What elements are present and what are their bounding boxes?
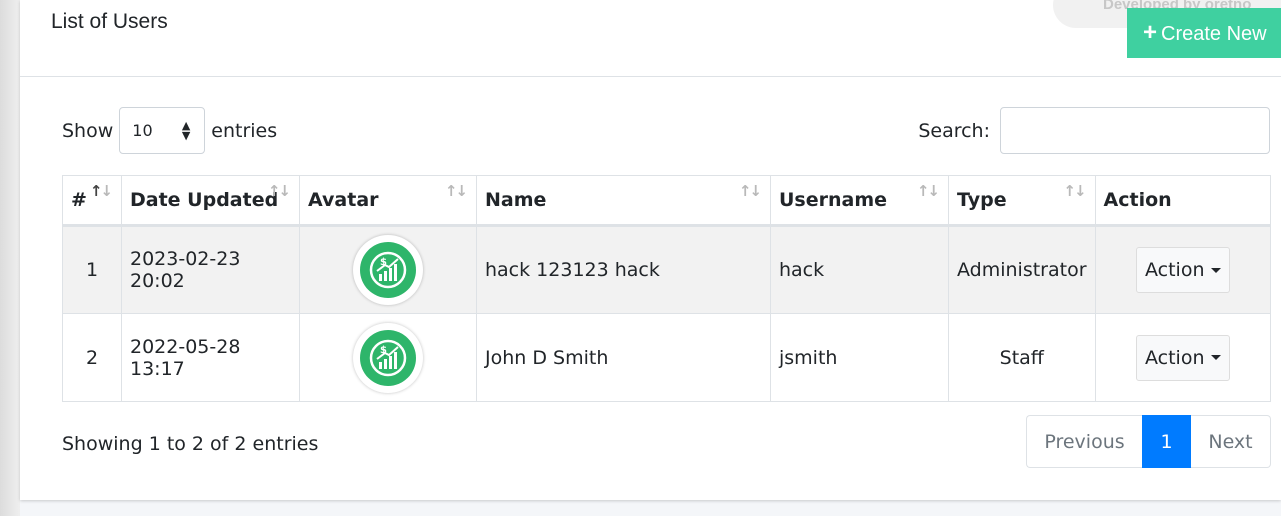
next-page-button[interactable]: Next: [1191, 415, 1271, 468]
caret-down-icon: [1210, 267, 1221, 273]
show-label: Show: [62, 119, 114, 142]
row-type: Staff: [948, 313, 1096, 402]
caret-down-icon: [1210, 355, 1221, 360]
row-username: jsmith: [770, 313, 949, 402]
search-control: Search:: [918, 107, 1270, 154]
column-header-username[interactable]: Username ↑↓: [770, 175, 949, 227]
row-avatar-cell: $: [299, 313, 477, 402]
entries-select[interactable]: 10 ▲ ▼: [119, 107, 206, 154]
card-header: List of Users Developed by oretno + Creat…: [20, 0, 1281, 77]
action-dropdown-button[interactable]: Action: [1136, 247, 1230, 293]
row-name: John D Smith: [476, 313, 771, 402]
users-card: List of Users Developed by oretno + Creat…: [20, 0, 1281, 500]
create-new-button[interactable]: + Create New: [1127, 8, 1281, 58]
row-number: 1: [62, 225, 122, 314]
left-edge-shadow: [0, 0, 20, 516]
column-header-type[interactable]: Type ↑↓: [948, 175, 1096, 227]
entries-label: entries: [211, 119, 278, 142]
table-row: 2 2022-05-28 13:17 $ John D Smith jsmith…: [62, 313, 1272, 402]
select-arrows-icon: ▲ ▼: [181, 118, 191, 142]
money-growth-chart-icon: $: [369, 251, 407, 289]
column-header-action: Action: [1094, 175, 1272, 227]
sort-arrows-icon: ↑↓: [267, 182, 291, 200]
page-1-button[interactable]: 1: [1142, 415, 1191, 468]
row-action-cell: Action: [1094, 225, 1272, 314]
sort-arrows-icon: ↑↓: [444, 182, 468, 200]
row-username: hack: [770, 225, 949, 314]
row-avatar-cell: $: [299, 225, 477, 314]
search-label: Search:: [918, 119, 990, 142]
column-header-date-updated[interactable]: Date Updated ↑↓: [121, 175, 300, 227]
sort-arrows-icon: ↑↓: [738, 182, 762, 200]
column-header-name[interactable]: Name ↑↓: [476, 175, 771, 227]
money-growth-chart-icon: $: [369, 339, 407, 376]
row-date-updated: 2022-05-28 13:17: [121, 313, 300, 402]
page-title: List of Users: [51, 10, 168, 33]
svg-text:$: $: [380, 345, 387, 356]
row-name: hack 123123 hack: [476, 225, 771, 314]
entries-length-control: Show 10 ▲ ▼ entries: [62, 107, 277, 154]
row-action-cell: Action: [1094, 313, 1272, 402]
column-header-avatar[interactable]: Avatar ↑↓: [299, 175, 477, 227]
svg-text:$: $: [380, 257, 387, 268]
entries-select-value: 10: [132, 121, 153, 140]
avatar: $: [353, 322, 423, 393]
table-header-row: # ↑↓ Date Updated ↑↓ Avatar ↑↓ Name ↑↓ Usern…: [62, 175, 1272, 227]
sort-arrows-icon: ↑↓: [89, 182, 113, 200]
row-type: Administrator: [948, 225, 1096, 314]
table-row: 1 2023-02-23 20:02 $ hack 123123 hack ha…: [62, 225, 1272, 314]
row-number: 2: [62, 313, 122, 402]
users-table: # ↑↓ Date Updated ↑↓ Avatar ↑↓ Name ↑↓ Usern…: [62, 175, 1272, 402]
column-header-number[interactable]: # ↑↓: [62, 175, 122, 227]
sort-arrows-icon: ↑↓: [916, 182, 940, 200]
pagination: Previous 1 Next: [1026, 415, 1271, 468]
search-input[interactable]: [1000, 107, 1270, 154]
row-date-updated: 2023-02-23 20:02: [121, 225, 300, 314]
previous-page-button[interactable]: Previous: [1026, 415, 1142, 468]
create-new-label: Create New: [1161, 23, 1267, 45]
avatar: $: [353, 235, 423, 305]
action-dropdown-button[interactable]: Action: [1136, 334, 1230, 381]
table-info: Showing 1 to 2 of 2 entries: [62, 433, 319, 455]
sort-arrows-icon: ↑↓: [1063, 182, 1086, 200]
plus-icon: +: [1143, 19, 1158, 46]
